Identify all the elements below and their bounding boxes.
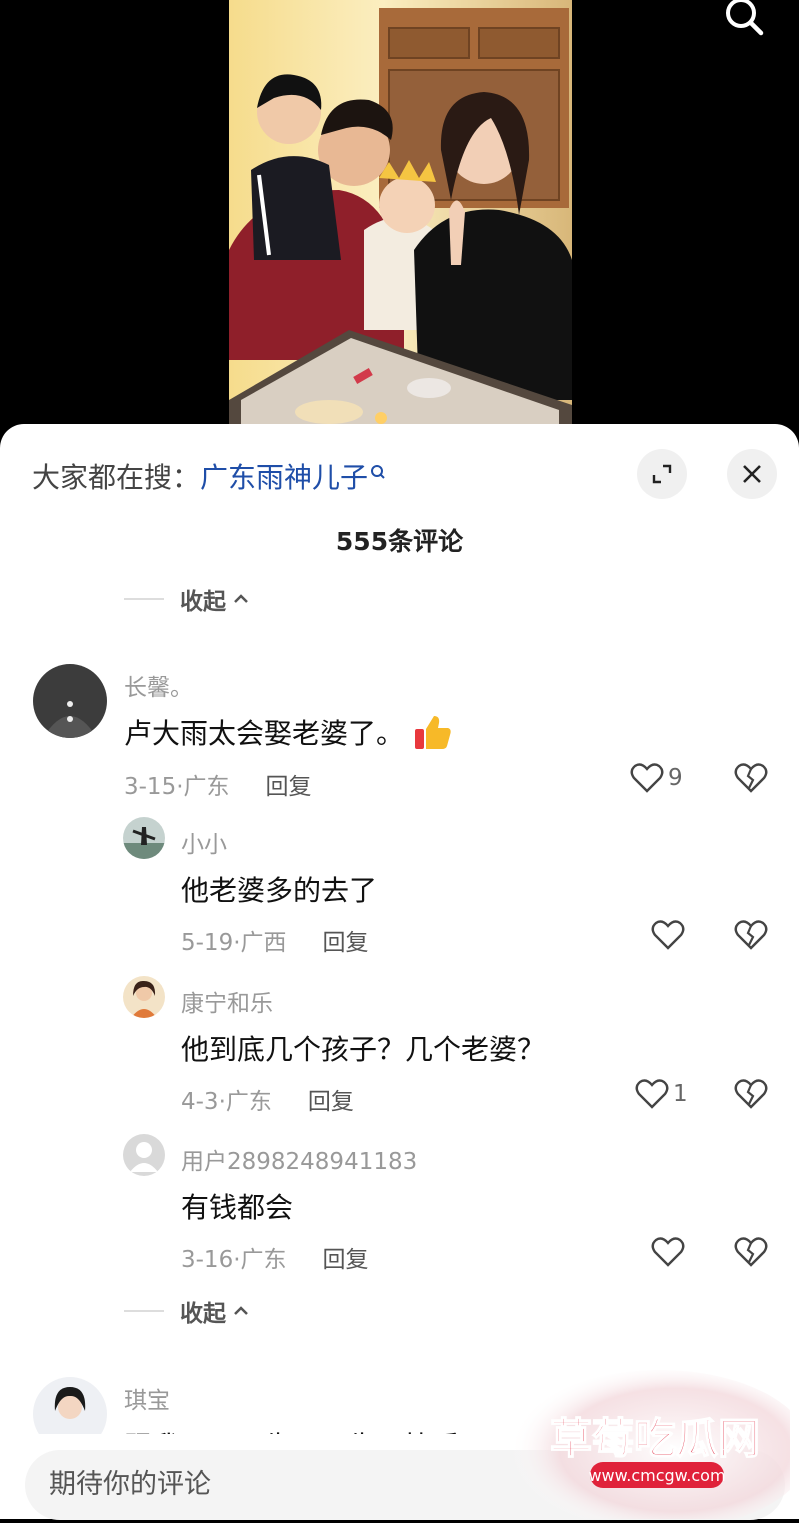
comment-text: 有钱都会 bbox=[181, 1191, 294, 1224]
comment-date: 3-15 bbox=[124, 774, 177, 800]
comment-meta: 3-16·广东 回复 bbox=[181, 1240, 369, 1274]
hot-search-term[interactable]: 广东雨神儿子 bbox=[200, 461, 368, 494]
default-avatar-icon bbox=[123, 1134, 165, 1176]
like-button[interactable]: 1 bbox=[635, 1078, 688, 1110]
dislike-button[interactable] bbox=[734, 1236, 768, 1272]
comment-location: 广东 bbox=[183, 774, 230, 800]
comment-meta: 3-15·广东 回复 bbox=[124, 767, 312, 801]
heart-icon bbox=[635, 1079, 669, 1109]
comment-date: 4-3 bbox=[181, 1089, 219, 1115]
meta-separator: · bbox=[233, 930, 241, 956]
like-button[interactable]: 9 bbox=[630, 762, 683, 794]
comment-meta: 5-19·广西 回复 bbox=[181, 923, 369, 957]
close-icon bbox=[743, 465, 761, 483]
like-count: 9 bbox=[668, 765, 683, 791]
avatar[interactable] bbox=[123, 976, 165, 1018]
search-small-icon bbox=[370, 456, 386, 489]
like-button[interactable] bbox=[651, 1236, 689, 1268]
heart-icon bbox=[651, 920, 685, 950]
broken-heart-icon bbox=[734, 1237, 768, 1267]
comment-text: 他老婆多的去了 bbox=[181, 874, 378, 907]
comment-location: 广东 bbox=[225, 1089, 272, 1115]
hot-search-prefix: 大家都在搜： bbox=[32, 461, 201, 494]
avatar[interactable] bbox=[123, 817, 165, 859]
comment-username[interactable]: 琪宝 bbox=[124, 1381, 170, 1415]
comment-sheet: 大家都在搜：广东雨神儿子 555条评论 收起 长馨。 卢大雨太会娶老婆了。 3-… bbox=[0, 424, 799, 1519]
meta-separator: · bbox=[218, 1089, 226, 1115]
thumbs-up-icon bbox=[413, 713, 453, 758]
video-player[interactable] bbox=[0, 0, 799, 440]
comment-username[interactable]: 长馨。 bbox=[124, 668, 193, 702]
avatar[interactable] bbox=[33, 664, 107, 738]
comment-date: 3-16 bbox=[181, 1247, 234, 1273]
hot-search-bar[interactable]: 大家都在搜：广东雨神儿子 bbox=[32, 456, 386, 496]
search-icon bbox=[726, 0, 764, 36]
meta-separator: · bbox=[176, 774, 184, 800]
watermark-title: 草莓吃瓜网 bbox=[550, 1414, 760, 1463]
reply-button[interactable]: 回复 bbox=[323, 1247, 369, 1273]
broken-heart-icon bbox=[734, 763, 768, 793]
chevron-up-icon bbox=[232, 1298, 250, 1324]
watermark-logo: 草莓吃瓜网 www.cmcgw.com bbox=[490, 1365, 799, 1523]
family-photo-illustration bbox=[229, 0, 572, 430]
expand-icon bbox=[652, 464, 672, 484]
watermark-url: www.cmcgw.com bbox=[588, 1466, 725, 1485]
divider bbox=[124, 598, 164, 600]
video-frame bbox=[229, 0, 572, 430]
reply-button[interactable]: 回复 bbox=[323, 930, 369, 956]
close-button[interactable] bbox=[727, 449, 777, 499]
like-count: 1 bbox=[673, 1081, 688, 1107]
search-button[interactable] bbox=[723, 0, 769, 38]
comment-meta: 4-3·广东 回复 bbox=[181, 1082, 354, 1116]
like-button[interactable] bbox=[651, 919, 689, 951]
dislike-button[interactable] bbox=[734, 919, 768, 955]
heart-icon bbox=[630, 763, 664, 793]
comment-text: 卢大雨太会娶老婆了。 bbox=[124, 712, 453, 758]
dislike-button[interactable] bbox=[734, 762, 768, 798]
heart-icon bbox=[651, 1237, 685, 1267]
comment-username[interactable]: 小小 bbox=[181, 825, 227, 859]
meta-separator: · bbox=[233, 1247, 241, 1273]
comment-count: 555条评论 bbox=[335, 527, 464, 556]
collapse-replies-button[interactable]: 收起 bbox=[124, 1294, 250, 1328]
dislike-button[interactable] bbox=[734, 1078, 768, 1114]
broken-heart-icon bbox=[734, 920, 768, 950]
comment-text-content: 卢大雨太会娶老婆了。 bbox=[124, 717, 405, 750]
collapse-replies-button[interactable]: 收起 bbox=[124, 582, 250, 616]
broken-heart-icon bbox=[734, 1079, 768, 1109]
comment-username[interactable]: 用户2898248941183 bbox=[181, 1142, 417, 1176]
reply-button[interactable]: 回复 bbox=[308, 1089, 354, 1115]
avatar[interactable] bbox=[123, 1134, 165, 1176]
expand-button[interactable] bbox=[637, 449, 687, 499]
collapse-label: 收起 bbox=[180, 589, 226, 615]
comment-location: 广西 bbox=[240, 930, 287, 956]
comment-username[interactable]: 康宁和乐 bbox=[181, 984, 273, 1018]
comment-location: 广东 bbox=[240, 1247, 287, 1273]
chevron-up-icon bbox=[232, 586, 250, 612]
divider bbox=[124, 1310, 164, 1312]
reply-button[interactable]: 回复 bbox=[266, 774, 312, 800]
comment-text: 他到底几个孩子？几个老婆？ bbox=[181, 1033, 546, 1066]
comment-date: 5-19 bbox=[181, 930, 234, 956]
collapse-label: 收起 bbox=[180, 1301, 226, 1327]
